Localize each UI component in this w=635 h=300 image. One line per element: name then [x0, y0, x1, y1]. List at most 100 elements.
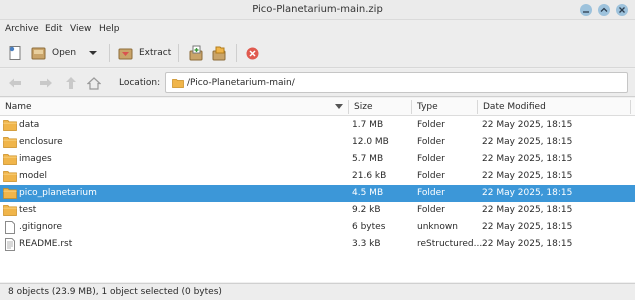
column-header-modified[interactable]: Date Modified — [483, 102, 546, 112]
file-size: 6 bytes — [352, 222, 386, 232]
stop-button[interactable] — [245, 42, 260, 64]
add-files-icon — [189, 45, 203, 61]
file-size: 5.7 MB — [352, 154, 384, 164]
column-header-type[interactable]: Type — [417, 102, 438, 112]
file-row[interactable]: images 5.7 MB Folder 22 May 2025, 18:15 — [0, 151, 635, 168]
file-size: 9.2 kB — [352, 205, 381, 215]
column-divider[interactable] — [630, 100, 631, 114]
file-modified: 22 May 2025, 18:15 — [482, 239, 573, 249]
minimize-button[interactable] — [580, 4, 592, 16]
forward-button[interactable] — [37, 74, 55, 92]
up-icon — [66, 77, 76, 89]
toolbar-separator — [109, 44, 110, 62]
file-type: Folder — [417, 205, 445, 215]
file-modified: 22 May 2025, 18:15 — [482, 137, 573, 147]
menu-view[interactable]: View — [70, 24, 91, 34]
extract-button[interactable]: Extract — [118, 42, 171, 64]
title-bar: Pico-Planetarium-main.zip — [0, 0, 635, 20]
home-button[interactable] — [85, 74, 103, 92]
toolbar-separator — [178, 44, 179, 62]
folder-icon — [3, 154, 17, 165]
dropdown-icon — [89, 51, 97, 55]
list-header: Name Size Type Date Modified — [0, 98, 635, 116]
open-button[interactable]: Open — [31, 42, 76, 64]
file-row[interactable]: data 1.7 MB Folder 22 May 2025, 18:15 — [0, 117, 635, 134]
location-label: Location: — [119, 78, 161, 88]
file-type: Folder — [417, 188, 445, 198]
file-row[interactable]: model 21.6 kB Folder 22 May 2025, 18:15 — [0, 168, 635, 185]
file-modified: 22 May 2025, 18:15 — [482, 171, 573, 181]
open-dropdown-button[interactable] — [88, 42, 98, 64]
column-header-size[interactable]: Size — [354, 102, 372, 112]
status-bar: 8 objects (23.9 MB), 1 object selected (… — [0, 283, 635, 300]
column-divider[interactable] — [477, 100, 478, 114]
new-archive-icon — [9, 46, 21, 60]
open-label: Open — [52, 48, 77, 58]
file-modified: 22 May 2025, 18:15 — [482, 154, 573, 164]
location-path: /Pico-Planetarium-main/ — [187, 78, 295, 88]
file-size: 1.7 MB — [352, 120, 384, 130]
file-size: 21.6 kB — [352, 171, 387, 181]
file-type: Folder — [417, 154, 445, 164]
file-type: unknown — [417, 222, 458, 232]
folder-icon — [3, 137, 17, 148]
file-name: model — [19, 171, 48, 181]
file-row[interactable]: .gitignore 6 bytes unknown 22 May 2025, 18:… — [0, 219, 635, 236]
menu-archive[interactable]: Archive — [5, 24, 39, 34]
file-icon — [5, 221, 15, 234]
file-name: enclosure — [19, 137, 63, 147]
close-button[interactable] — [616, 4, 628, 16]
menu-edit[interactable]: Edit — [45, 24, 62, 34]
stop-icon — [246, 47, 259, 59]
minimize-icon — [583, 11, 589, 13]
toolbar: Open Extract — [0, 38, 635, 68]
menu-help[interactable]: Help — [99, 24, 120, 34]
file-name: .gitignore — [19, 222, 63, 232]
add-folder-button[interactable] — [211, 42, 227, 64]
new-archive-button[interactable] — [7, 42, 23, 64]
window-title: Pico-Planetarium-main.zip — [252, 4, 383, 15]
extract-label: Extract — [139, 48, 172, 58]
file-size: 4.5 MB — [352, 188, 384, 198]
column-divider[interactable] — [411, 100, 412, 114]
file-name: test — [19, 205, 37, 215]
file-modified: 22 May 2025, 18:15 — [482, 222, 573, 232]
file-type: Folder — [417, 171, 445, 181]
column-header-name[interactable]: Name — [5, 102, 32, 112]
back-button[interactable] — [6, 74, 24, 92]
file-row[interactable]: test 9.2 kB Folder 22 May 2025, 18:15 — [0, 202, 635, 219]
file-row[interactable]: README.rst 3.3 kB reStructured... 22 May 20… — [0, 236, 635, 253]
folder-icon — [172, 79, 184, 88]
column-divider[interactable] — [348, 100, 349, 114]
folder-icon — [3, 120, 17, 131]
back-icon — [9, 78, 21, 88]
close-icon — [619, 7, 625, 13]
file-type: Folder — [417, 120, 445, 130]
add-files-button[interactable] — [188, 42, 204, 64]
file-name: pico_planetarium — [19, 188, 97, 198]
toolbar-separator — [236, 44, 237, 62]
text-file-icon — [5, 238, 15, 251]
file-list: Name Size Type Date Modified data 1.7 MB F… — [0, 98, 635, 282]
file-row[interactable]: pico_planetarium 4.5 MB Folder 22 May 2025,… — [0, 185, 635, 202]
location-field[interactable]: /Pico-Planetarium-main/ — [165, 72, 628, 93]
file-name: README.rst — [19, 239, 73, 249]
file-name: images — [19, 154, 52, 164]
folder-icon — [3, 205, 17, 216]
sort-indicator-icon — [335, 104, 343, 109]
forward-icon — [40, 78, 52, 88]
file-type: reStructured... — [417, 239, 483, 249]
file-type: Folder — [417, 137, 445, 147]
menu-bar: Archive Edit View Help — [0, 20, 635, 38]
folder-icon — [3, 188, 17, 199]
extract-icon — [118, 48, 133, 59]
file-size: 12.0 MB — [352, 137, 389, 147]
open-archive-icon — [31, 47, 46, 59]
add-folder-icon — [212, 46, 226, 61]
location-bar: Location: /Pico-Planetarium-main/ — [0, 69, 635, 97]
file-modified: 22 May 2025, 18:15 — [482, 188, 573, 198]
home-icon — [87, 76, 101, 90]
up-button[interactable] — [62, 74, 80, 92]
file-row[interactable]: enclosure 12.0 MB Folder 22 May 2025, 18:15 — [0, 134, 635, 151]
maximize-button[interactable] — [598, 4, 610, 16]
